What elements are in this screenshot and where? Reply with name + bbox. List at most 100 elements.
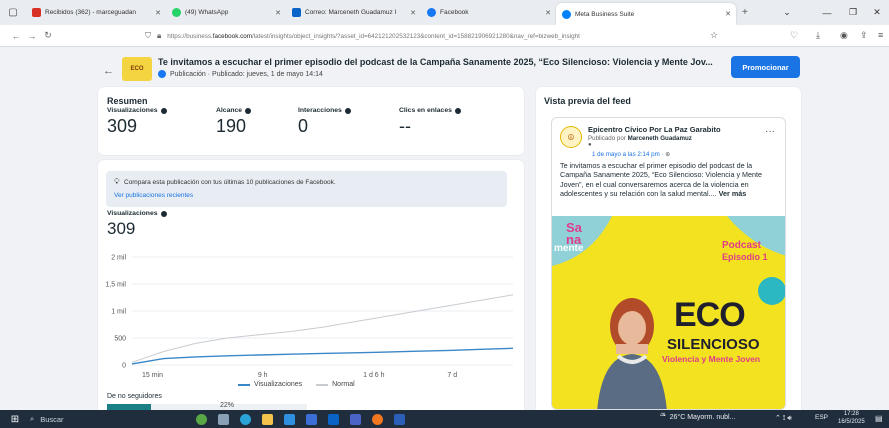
metric-value: 309 [107,116,138,136]
see-more-link[interactable]: Ver más [719,189,747,198]
windows-start-icon[interactable]: ⊞ [4,410,26,428]
url-domain: facebook.com [212,32,252,40]
close-icon[interactable]: ✕ [410,9,416,17]
tab-outlook[interactable]: Correo: Marceneth Guadamuz I ✕ [286,3,421,23]
poster-logo-bottom: mente [554,243,584,254]
weather-widget-icon[interactable] [190,410,212,428]
y-tick-label: 500 [114,336,126,343]
info-icon[interactable] [160,107,167,114]
published-by-name[interactable]: Marceneth Guadamuz [628,135,692,142]
post-text: Te invitamos a escuchar el primer episod… [560,161,782,198]
outlook-icon[interactable] [322,410,344,428]
published-by-prefix: Publicado por [588,135,628,142]
clock[interactable]: 17:28 16/5/2025 [838,411,865,427]
metric-label-text: Clics en enlaces [399,107,452,114]
facebook-icon [427,8,436,17]
globe-icon: ⊕ [665,151,671,158]
info-icon[interactable] [344,107,351,114]
tab-whatsapp[interactable]: (49) WhatsApp ✕ [166,3,286,23]
poster-podcast: Podcast [722,240,761,251]
account-icon[interactable]: ◉ [840,30,848,41]
metric-label: Alcance [216,107,252,114]
metric-label: Visualizaciones [107,107,167,114]
post-meta: Publicación · Publicado: jueves, 1 de ma… [170,70,323,78]
extensions-icon[interactable]: ⇪ [860,30,868,41]
close-icon[interactable]: ✕ [725,10,731,18]
word-icon[interactable] [388,410,410,428]
info-icon[interactable] [454,107,461,114]
y-tick-label: 1,5 mil [105,282,126,289]
outlook-icon [292,8,301,17]
legend-label-normal: Normal [332,381,355,388]
legend-label-views: Visualizaciones [254,381,303,388]
close-icon[interactable]: ✕ [545,9,551,17]
tab-label: Facebook [440,9,469,16]
download-icon[interactable]: ⤓ [816,30,820,41]
app-icon[interactable] [300,410,322,428]
tab-gmail[interactable]: Recibidos (362) - marceguadan ✕ [26,3,166,23]
person-icon: ● [588,142,592,148]
notifications-icon[interactable]: ▤ [875,414,883,423]
file-explorer-icon[interactable] [256,410,278,428]
info-icon[interactable] [245,107,252,114]
tab-facebook[interactable]: Facebook ✕ [421,3,556,23]
x-tick-label: 15 min [142,372,163,379]
poster-episode: Episodio 1 [722,252,768,262]
new-tab-icon[interactable]: + [742,7,748,18]
pocket-icon[interactable]: ♡ [790,30,798,41]
metric-label-text: Visualizaciones [107,107,158,114]
language-indicator[interactable]: ESP [815,414,828,421]
firefox-icon[interactable] [366,410,388,428]
more-options-icon[interactable]: ··· [765,126,775,137]
address-bar: ← → ↻ ⛉ 🔒︎ https://business. facebook.com… [0,25,889,47]
post-date-text: 1 de mayo a las 2:14 pm · [592,151,666,158]
y-tick-label: 2 mil [111,255,126,262]
bookmark-star-icon[interactable]: ☆ [710,30,718,41]
url-prefix: https://business. [167,32,213,40]
edge-icon[interactable] [234,410,256,428]
teams-icon[interactable] [344,410,366,428]
close-icon[interactable]: ✕ [155,9,161,17]
tab-label: (49) WhatsApp [185,9,229,16]
search-icon: ⌕ [30,414,35,423]
poster-eco: ECO [674,296,746,334]
metric-label-text: Alcance [216,107,243,114]
store-icon[interactable] [278,410,300,428]
tab-label: Recibidos (362) - marceguadan [45,9,137,16]
windows-taskbar: ⊞ ⌕ Buscar ⛅︎ 26°C Mayorm. nubl... ⌃ ⟟ 🔊… [0,410,889,428]
back-arrow-icon[interactable]: ← [8,31,24,41]
lock-icon: 🔒︎ [157,31,162,40]
taskbar-search[interactable]: ⌕ Buscar [30,410,150,428]
window-close-icon[interactable]: ✕ [862,0,889,25]
forward-arrow-icon[interactable]: → [24,31,40,41]
published-by: Publicado por Marceneth Guadamuz [588,135,692,142]
x-tick-label: 7 d [447,372,457,379]
tab-list-icon[interactable]: ▢ [0,0,26,25]
metric-label: Clics en enlaces [399,107,461,114]
clock-time: 17:28 [843,411,859,417]
system-tray-icons[interactable]: ⌃ ⟟ 🔊︎ [775,414,792,423]
metric-link-clicks: Clics en enlaces -- [399,107,461,137]
tab-meta-business-suite[interactable]: Meta Business Suite ✕ [556,3,736,25]
reload-icon[interactable]: ↻ [40,30,56,41]
y-tick-label: 0 [122,363,126,370]
post-image[interactable]: Sa na mente Podcast Episodio 1 ECO SILEN… [552,216,785,409]
close-icon[interactable]: ✕ [275,9,281,17]
feed-post: ☮ Epicentro Cívico Por La Paz Garabito P… [551,117,786,410]
feed-title: Vista previa del feed [544,96,631,106]
metric-value: 190 [216,116,247,136]
promote-button[interactable]: Promocionar [731,56,800,78]
task-view-icon[interactable] [212,410,234,428]
weather-status[interactable]: ⛅︎ 26°C Mayorm. nubl... [660,413,735,421]
url-field[interactable]: ⛉ 🔒︎ https://business. facebook.com/lates… [145,28,725,44]
chevron-down-icon[interactable]: ⌄ [772,0,802,25]
views-line-chart: 0 500 1 mil 1,5 mil 2 mil 15 min 9 h 1 d 6 h 7 d [105,255,514,379]
poster-silencioso: SILENCIOSO [667,336,760,353]
feed-page-name[interactable]: Epicentro Cívico Por La Paz Garabito [588,125,721,134]
browser-tab-strip: ▢ Recibidos (362) - marceguadan ✕ (49) W… [0,0,889,25]
shield-icon: ⛉ [145,31,151,40]
back-arrow-icon[interactable]: ← [103,65,114,77]
page-logo: ☮ [560,126,582,148]
metric-value: 0 [298,116,309,136]
menu-icon[interactable]: ≡ [878,30,883,40]
